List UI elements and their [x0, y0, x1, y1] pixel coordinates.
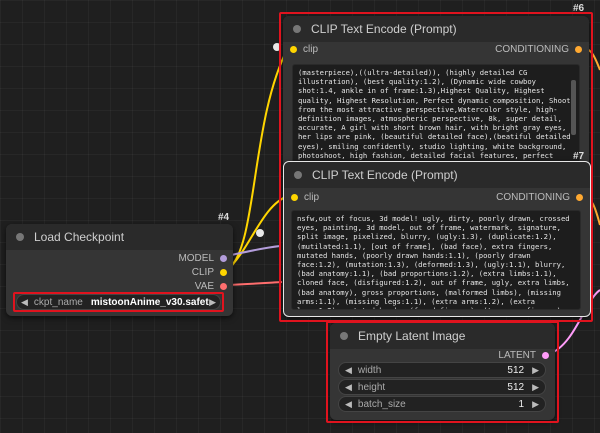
node-title: CLIP Text Encode (Prompt): [312, 168, 458, 182]
node-title: CLIP Text Encode (Prompt): [311, 22, 457, 36]
prompt-scrollbar[interactable]: [571, 80, 576, 135]
positive-prompt-textarea[interactable]: (masterpiece),((ultra-detailed)), (highl…: [292, 64, 580, 164]
decrement-arrow-icon[interactable]: ◀: [345, 365, 352, 376]
node-header[interactable]: Empty Latent Image: [330, 323, 555, 349]
load-checkpoint-node[interactable]: Load Checkpoint MODEL CLIP VAE ◀ ckpt_na…: [6, 224, 233, 316]
node-header[interactable]: CLIP Text Encode (Prompt): [284, 162, 590, 188]
clip-input-label: clip: [303, 44, 319, 55]
model-output-label: MODEL: [178, 253, 214, 264]
conditioning-output-label: CONDITIONING: [496, 192, 570, 203]
ckpt-name-selector[interactable]: ◀ ckpt_name mistoonAnime_v30.safetens...…: [16, 294, 221, 310]
latent-output-dot-icon[interactable]: [542, 352, 549, 359]
height-stepper[interactable]: ◀ height 512 ▶: [338, 379, 546, 395]
increment-arrow-icon[interactable]: ▶: [532, 365, 539, 376]
clip-input-slot[interactable]: clip: [290, 44, 318, 55]
conditioning-output-slot[interactable]: CONDITIONING: [495, 44, 582, 55]
batch-size-stepper[interactable]: ◀ batch_size 1 ▶: [338, 396, 546, 412]
clip-text-encode-positive-node[interactable]: CLIP Text Encode (Prompt) clip CONDITION…: [283, 16, 589, 168]
vae-output-label: VAE: [194, 281, 214, 292]
clip-input-dot-icon[interactable]: [291, 194, 298, 201]
clip-output-label: CLIP: [191, 267, 214, 278]
height-value: 512: [507, 381, 525, 393]
reroute-dot-2: [273, 43, 281, 51]
batch-size-label: batch_size: [357, 398, 406, 410]
vae-wire: [226, 281, 283, 286]
collapse-dot-icon[interactable]: [293, 25, 301, 33]
clip-output-slot[interactable]: CLIP: [192, 267, 227, 278]
collapse-dot-icon[interactable]: [16, 233, 24, 241]
clip-output-dot-icon[interactable]: [220, 269, 227, 276]
model-wire: [226, 245, 281, 257]
model-output-slot[interactable]: MODEL: [178, 253, 227, 264]
next-arrow-icon[interactable]: ▶: [209, 297, 216, 308]
latent-output-label: LATENT: [498, 350, 536, 361]
vae-output-dot-icon[interactable]: [220, 283, 227, 290]
node-header[interactable]: CLIP Text Encode (Prompt): [283, 16, 589, 42]
ckpt-name-value: mistoonAnime_v30.safetens...: [90, 296, 209, 308]
clip-input-slot[interactable]: clip: [291, 192, 319, 203]
node-title: Load Checkpoint: [34, 230, 125, 244]
clip-input-label: clip: [304, 192, 320, 203]
batch-size-value: 1: [518, 398, 525, 410]
latent-output-slot[interactable]: LATENT: [498, 350, 549, 361]
clip-text-encode-negative-node[interactable]: CLIP Text Encode (Prompt) clip CONDITION…: [283, 161, 591, 317]
conditioning-output-label: CONDITIONING: [495, 44, 569, 55]
increment-arrow-icon[interactable]: ▶: [532, 399, 539, 410]
negative-prompt-textarea[interactable]: nsfw,out of focus, 3d model! ugly, dirty…: [291, 210, 581, 310]
prev-arrow-icon[interactable]: ◀: [21, 297, 28, 308]
conditioning-output-slot[interactable]: CONDITIONING: [496, 192, 583, 203]
clip-input-dot-icon[interactable]: [290, 46, 297, 53]
width-stepper[interactable]: ◀ width 512 ▶: [338, 362, 546, 378]
collapse-dot-icon[interactable]: [340, 332, 348, 340]
clip-wire-bottom: [226, 195, 289, 271]
vae-output-slot[interactable]: VAE: [195, 281, 227, 292]
node-id-4: #4: [218, 212, 230, 223]
node-id-6: #6: [573, 3, 585, 14]
increment-arrow-icon[interactable]: ▶: [532, 382, 539, 393]
clip-wire-top: [226, 47, 289, 271]
conditioning-output-dot-icon[interactable]: [576, 194, 583, 201]
reroute-dot-1: [256, 229, 264, 237]
width-label: width: [357, 364, 382, 376]
decrement-arrow-icon[interactable]: ◀: [345, 382, 352, 393]
empty-latent-image-node[interactable]: Empty Latent Image LATENT ◀ width 512 ▶ …: [330, 323, 555, 420]
height-label: height: [357, 381, 386, 393]
ckpt-name-label: ckpt_name: [33, 296, 83, 308]
conditioning-output-dot-icon[interactable]: [575, 46, 582, 53]
model-output-dot-icon[interactable]: [220, 255, 227, 262]
collapse-dot-icon[interactable]: [294, 171, 302, 179]
node-header[interactable]: Load Checkpoint: [6, 224, 233, 250]
width-value: 512: [507, 364, 525, 376]
decrement-arrow-icon[interactable]: ◀: [345, 399, 352, 410]
node-title: Empty Latent Image: [358, 329, 466, 343]
